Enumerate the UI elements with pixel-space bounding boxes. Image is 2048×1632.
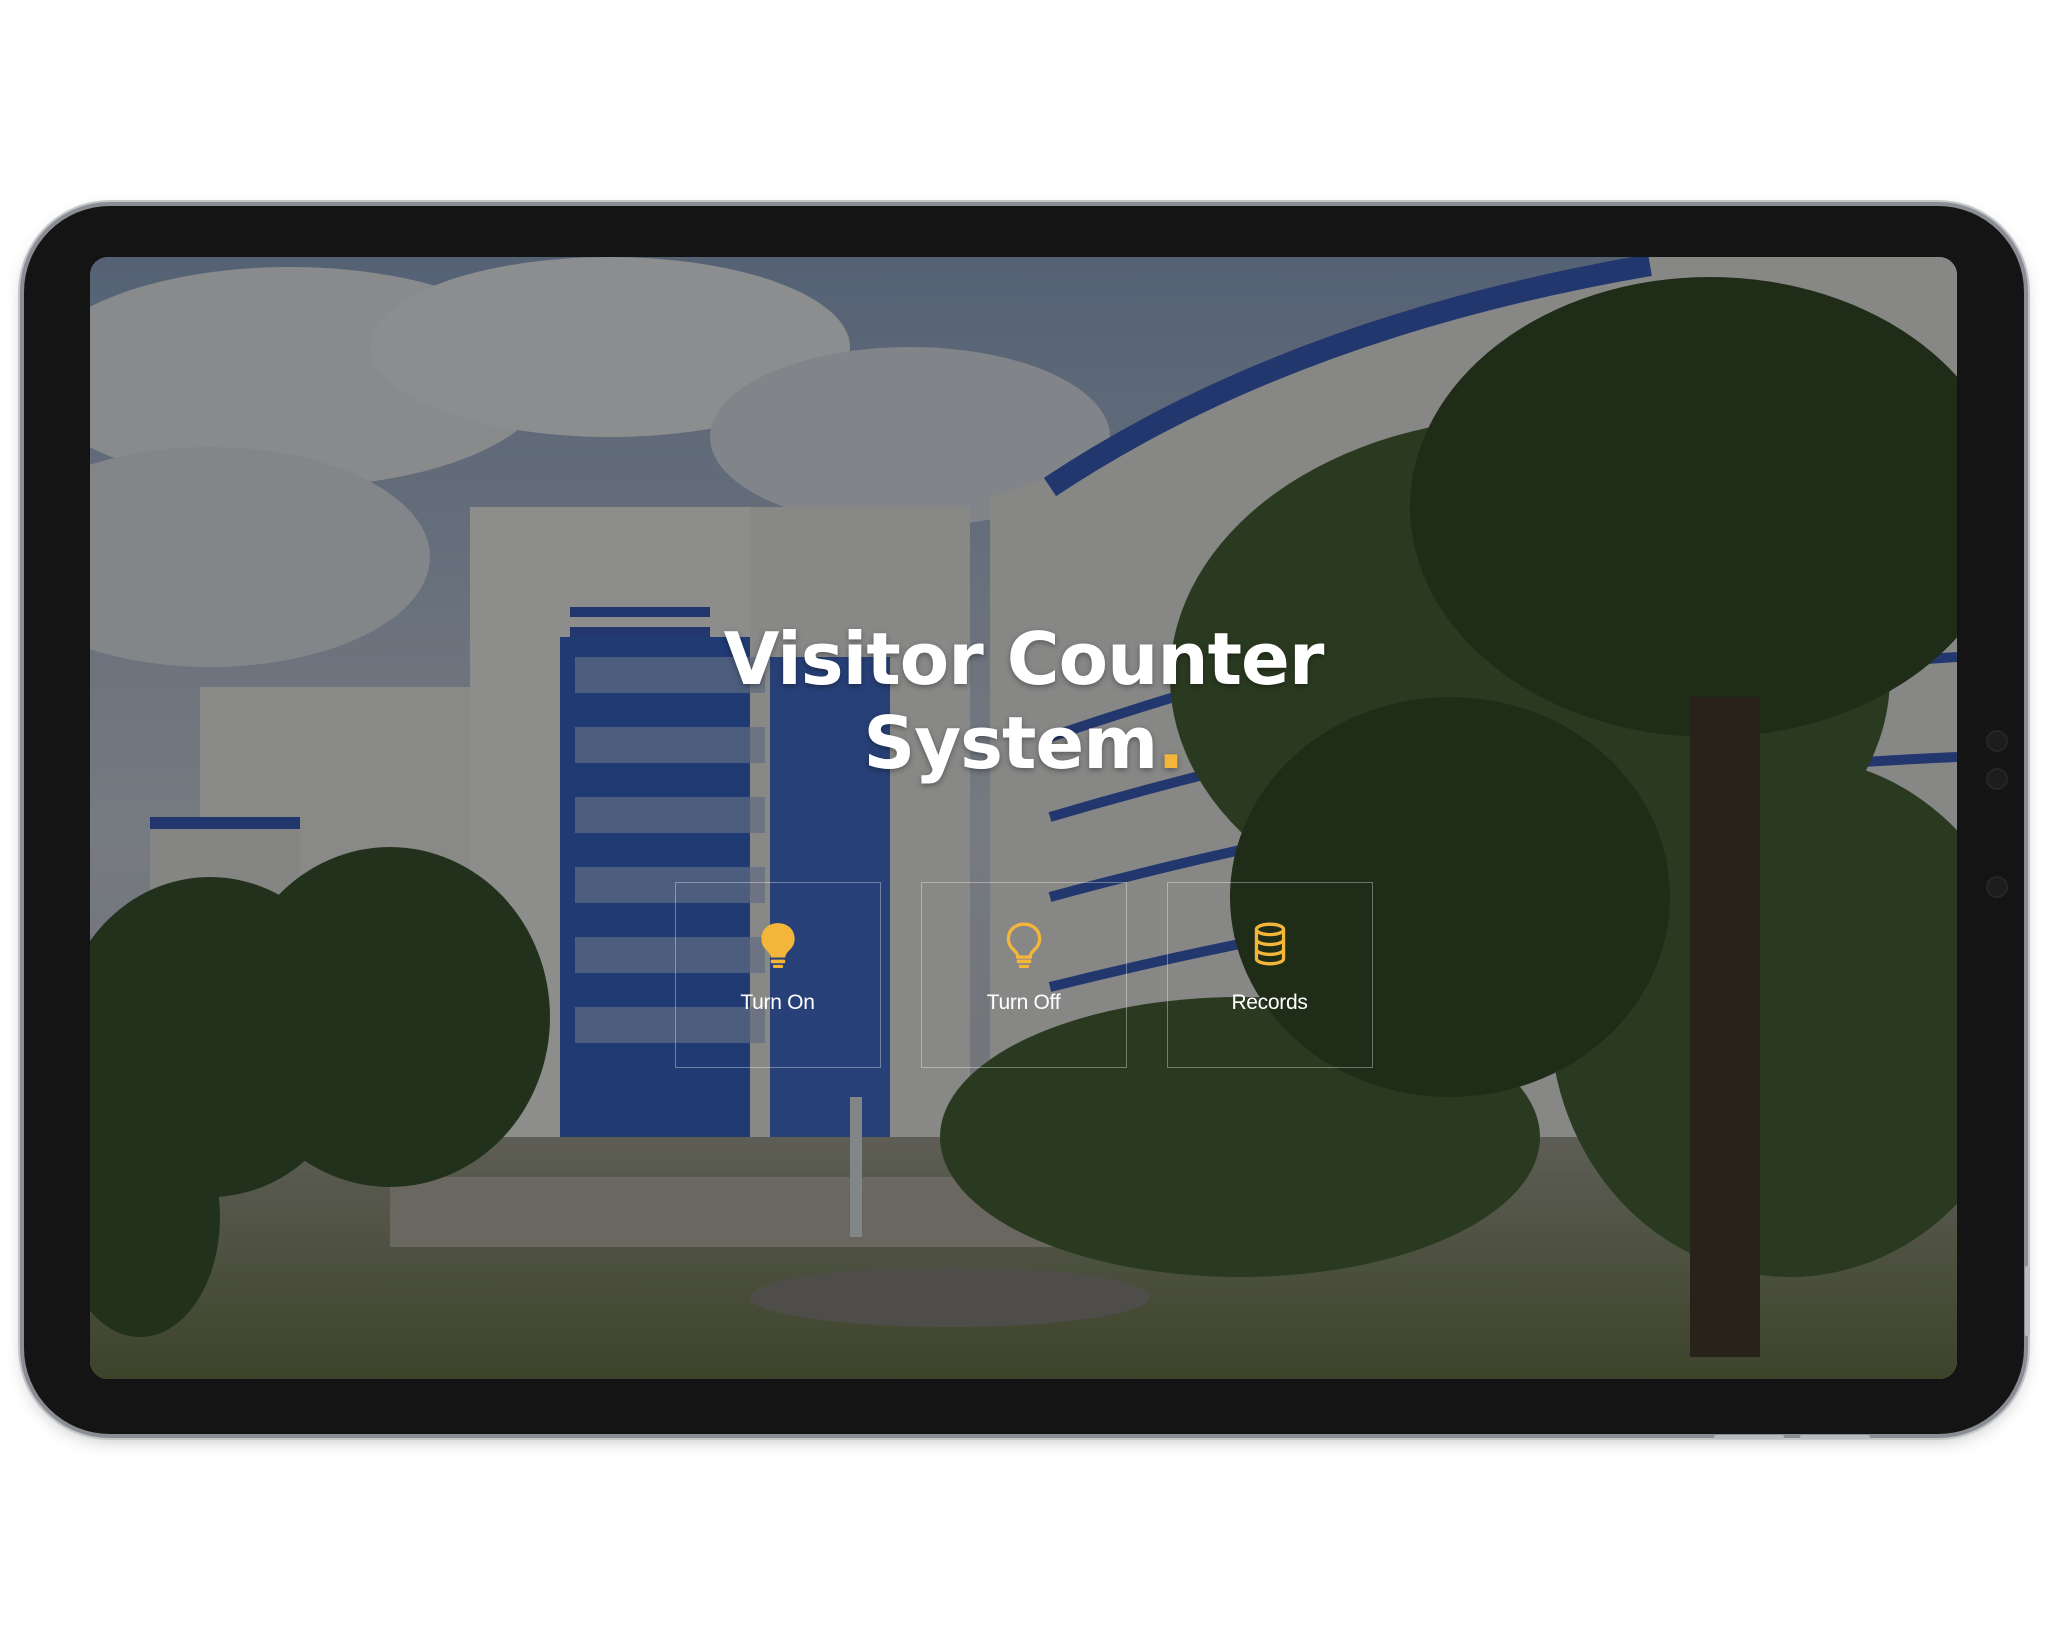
- side-sensor-icon: [1986, 730, 2008, 752]
- page-title: Visitor Counter System.: [90, 617, 1957, 785]
- turn-off-label: Turn Off: [986, 991, 1061, 1014]
- title-accent-dot: .: [1157, 701, 1184, 785]
- action-cards: Turn On Turn Off Records: [90, 882, 1957, 1068]
- turn-off-button[interactable]: Turn Off: [920, 882, 1127, 1068]
- side-sensor-icon: [1986, 768, 2008, 790]
- title-line-1: Visitor Counter: [723, 617, 1325, 701]
- power-button: [1714, 1435, 1784, 1439]
- lightbulb-outline-icon: [1006, 922, 1041, 968]
- database-icon: [1254, 922, 1285, 966]
- screen: Visitor Counter System. Turn On Turn Off…: [90, 257, 1957, 1379]
- hero-section: Visitor Counter System.: [90, 617, 1957, 785]
- title-line-2-text: System: [863, 701, 1158, 785]
- power-button: [1800, 1435, 1870, 1439]
- tablet-device-frame: Visitor Counter System. Turn On Turn Off…: [24, 206, 2030, 1439]
- turn-on-label: Turn On: [740, 991, 815, 1014]
- records-label: Records: [1231, 991, 1308, 1014]
- lightbulb-filled-icon: [760, 923, 795, 968]
- side-sensor-icon: [1986, 876, 2008, 898]
- dark-overlay: [90, 257, 1957, 1379]
- turn-on-button[interactable]: Turn On: [674, 882, 881, 1068]
- volume-button: [2025, 1266, 2030, 1336]
- records-button[interactable]: Records: [1166, 882, 1373, 1068]
- title-line-2: System.: [90, 701, 1957, 785]
